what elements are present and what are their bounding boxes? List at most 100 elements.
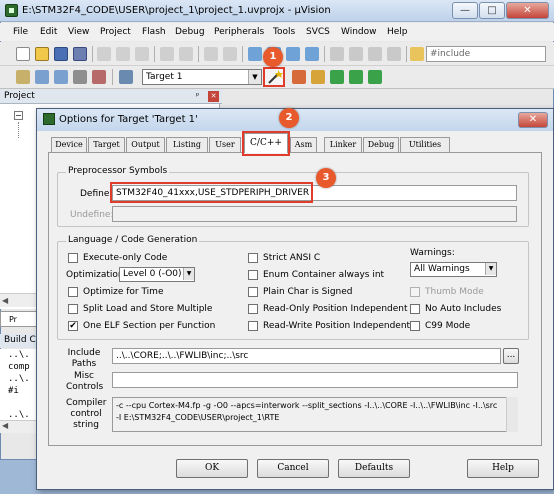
tab-output[interactable]: Output	[126, 137, 165, 152]
dialog-app-icon	[43, 113, 55, 125]
tab-user[interactable]: User	[209, 137, 241, 152]
c99-mode-checkbox[interactable]	[410, 321, 420, 331]
split-load-store-checkbox[interactable]	[68, 304, 78, 314]
help-button[interactable]: Help	[467, 459, 539, 478]
plain-char-signed-checkbox[interactable]	[248, 287, 258, 297]
execute-only-label: Execute-only Code	[83, 253, 168, 263]
compiler-control-string-label: Compiler control string	[66, 398, 107, 430]
toolbar-separator	[154, 46, 155, 62]
undefine-input[interactable]	[112, 206, 517, 222]
dialog-close-button[interactable]: ✕	[518, 112, 548, 128]
optimize-for-time-checkbox[interactable]	[68, 287, 78, 297]
cancel-button[interactable]: Cancel	[257, 459, 329, 478]
menu-view[interactable]: View	[68, 27, 89, 37]
project-panel-title: Project	[4, 91, 35, 101]
cut-icon[interactable]	[97, 47, 111, 61]
bookmark-next-icon[interactable]	[286, 47, 300, 61]
copy-icon[interactable]	[116, 47, 130, 61]
menu-debug[interactable]: Debug	[175, 27, 205, 37]
menu-tools[interactable]: Tools	[273, 27, 295, 37]
menu-flash[interactable]: Flash	[142, 27, 166, 37]
annotation-badge-3: 3	[316, 168, 336, 188]
execute-only-checkbox[interactable]	[68, 253, 78, 263]
select-software-packs-icon[interactable]	[368, 70, 382, 84]
thumb-mode-checkbox[interactable]	[410, 287, 420, 297]
chevron-down-icon[interactable]: ▼	[248, 70, 261, 84]
rebuild-icon[interactable]	[54, 70, 68, 84]
unindent-icon[interactable]	[349, 47, 363, 61]
scroll-left-icon[interactable]: ◀	[2, 296, 8, 305]
menu-peripherals[interactable]: Peripherals	[214, 27, 264, 37]
compiler-control-string-text: -c --cpu Cortex-M4.fp -g -O0 --apcs=inte…	[112, 397, 507, 432]
undo-icon[interactable]	[160, 47, 174, 61]
tab-device[interactable]: Device	[51, 137, 87, 152]
redo-icon[interactable]	[179, 47, 193, 61]
defaults-button[interactable]: Defaults	[338, 459, 410, 478]
options-for-target-button[interactable]	[263, 67, 285, 87]
menu-help[interactable]: Help	[387, 27, 408, 37]
file-extensions-icon[interactable]	[311, 70, 325, 84]
strict-ansi-c-label: Strict ANSI C	[263, 253, 321, 263]
c-cpp-tab-highlight	[242, 131, 290, 156]
batch-build-icon[interactable]	[73, 70, 87, 84]
uncomment-icon[interactable]	[387, 47, 401, 61]
comment-icon[interactable]	[368, 47, 382, 61]
find-combo-input[interactable]: #include	[426, 46, 546, 62]
close-panel-icon[interactable]: ✕	[208, 91, 219, 102]
manage-components-icon[interactable]	[292, 70, 306, 84]
one-elf-section-checkbox[interactable]: ✔	[68, 321, 78, 331]
ok-button[interactable]: OK	[176, 459, 248, 478]
indent-icon[interactable]	[330, 47, 344, 61]
pack-installer-icon[interactable]	[349, 70, 363, 84]
save-all-icon[interactable]	[73, 47, 87, 61]
close-window-button[interactable]: ✕	[506, 2, 549, 19]
open-folder-icon[interactable]	[35, 47, 49, 61]
save-icon[interactable]	[54, 47, 68, 61]
bookmark-icon[interactable]	[248, 47, 262, 61]
menu-file[interactable]: File	[13, 27, 28, 37]
run-time-environment-icon[interactable]	[330, 70, 344, 84]
tab-linker[interactable]: Linker	[324, 137, 362, 152]
c99-mode-label: C99 Mode	[425, 321, 471, 331]
tree-expander-icon[interactable]: −	[14, 111, 23, 120]
paste-icon[interactable]	[135, 47, 149, 61]
download-icon[interactable]	[119, 70, 133, 84]
read-write-position-independent-checkbox[interactable]	[248, 321, 258, 331]
nav-forward-icon[interactable]	[223, 47, 237, 61]
tab-utilities[interactable]: Utilities	[400, 137, 450, 152]
tab-asm[interactable]: Asm	[290, 137, 317, 152]
pin-icon[interactable]: ᵖ	[196, 91, 205, 101]
build-horizontal-scrollbar[interactable]: ◀	[0, 420, 40, 433]
nav-back-icon[interactable]	[204, 47, 218, 61]
target-select[interactable]: Target 1	[142, 69, 262, 85]
enum-container-checkbox[interactable]	[248, 270, 258, 280]
tab-debug[interactable]: Debug	[363, 137, 399, 152]
compiler-control-scrollbar[interactable]	[506, 397, 518, 432]
chevron-down-icon[interactable]: ▼	[183, 268, 194, 280]
dialog-title: Options for Target 'Target 1'	[59, 114, 198, 125]
read-only-position-independent-checkbox[interactable]	[248, 304, 258, 314]
find-in-files-icon[interactable]	[410, 47, 424, 61]
menu-window[interactable]: Window	[341, 27, 377, 37]
browse-include-paths-button[interactable]: ...	[503, 348, 519, 364]
tab-listing[interactable]: Listing	[166, 137, 208, 152]
strict-ansi-c-checkbox[interactable]	[248, 253, 258, 263]
no-auto-includes-checkbox[interactable]	[410, 304, 420, 314]
maximize-button[interactable]: □	[479, 2, 505, 19]
toolbar-separator	[198, 46, 199, 62]
misc-controls-input[interactable]	[112, 372, 518, 388]
tab-target[interactable]: Target	[88, 137, 125, 152]
menu-edit[interactable]: Edit	[40, 27, 57, 37]
menu-svcs[interactable]: SVCS	[306, 27, 330, 37]
build-icon[interactable]	[35, 70, 49, 84]
bookmark-clear-icon[interactable]	[305, 47, 319, 61]
menu-project[interactable]: Project	[100, 27, 131, 37]
new-file-icon[interactable]	[16, 47, 30, 61]
tab-project[interactable]: Pr	[0, 311, 40, 327]
translate-icon[interactable]	[16, 70, 30, 84]
warnings-select[interactable]: All Warnings	[410, 262, 497, 277]
stop-build-icon[interactable]	[92, 70, 106, 84]
chevron-down-icon[interactable]: ▼	[485, 263, 496, 275]
include-paths-input[interactable]: ..\..\CORE;..\..\FWLIB\inc;..\src	[112, 348, 501, 364]
minimize-button[interactable]: —	[452, 2, 478, 19]
